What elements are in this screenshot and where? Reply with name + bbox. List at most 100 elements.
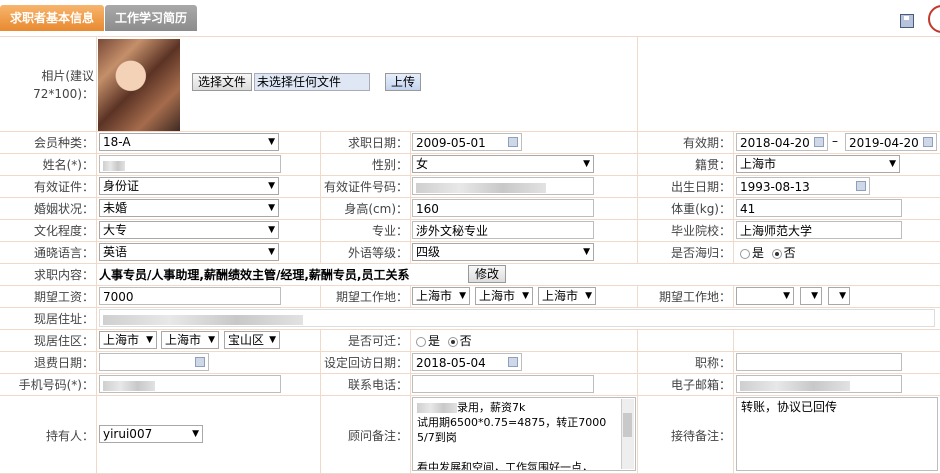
calendar-icon[interactable]	[923, 137, 933, 147]
expected2-province-select[interactable]: ▼	[736, 287, 794, 305]
overseas-yes-label: 是	[752, 246, 765, 260]
current-address-label: 现居住址：	[33, 312, 94, 326]
member-type-label: 会员种类：	[33, 136, 94, 150]
relocate-yes-label: 是	[428, 334, 441, 348]
valid-period-label: 有效期：	[682, 136, 731, 150]
row-language: 通晓语言： 英语 ▼ 外语等级： 四级 ▼ 是否海归： 是 否	[0, 241, 940, 264]
calendar-icon[interactable]	[814, 137, 824, 147]
expected-district-select[interactable]: 上海市 ▼	[538, 287, 596, 305]
calendar-icon[interactable]	[195, 357, 205, 367]
save-icon[interactable]	[900, 14, 914, 28]
email-label: 电子邮箱：	[670, 378, 731, 392]
row-education: 文化程度： 大专 ▼ 专业： 涉外文秘专业 毕业院校： 上海师范大学	[0, 219, 940, 242]
phone-label: 联系电话：	[347, 378, 408, 392]
row-member: 会员种类： 18-A ▼ 求职日期： 2009-05-01 有效期： 2018-0…	[0, 131, 940, 154]
height-input[interactable]: 160	[412, 199, 594, 217]
file-status: 未选择任何文件	[254, 73, 370, 91]
textarea-scrollbar[interactable]	[621, 399, 634, 469]
id-number-input[interactable]	[412, 177, 594, 195]
phone-input[interactable]	[412, 375, 594, 393]
relocate-label: 是否可迁：	[347, 334, 408, 348]
valid-from-input[interactable]: 2018-04-20	[736, 133, 828, 151]
id-type-select[interactable]: 身份证 ▼	[99, 177, 279, 195]
consultant-note-label: 顾问备注：	[347, 429, 408, 443]
expected-salary-input[interactable]: 7000	[99, 287, 281, 305]
upload-button[interactable]: 上传	[385, 73, 421, 91]
school-input[interactable]: 上海师范大学	[736, 221, 902, 239]
education-select[interactable]: 大专 ▼	[99, 221, 279, 239]
language-level-select[interactable]: 四级 ▼	[412, 243, 594, 261]
name-input[interactable]	[99, 155, 281, 173]
form-grid: 相片(建议72*100)： 选择文件 未选择任何文件 上传 会员种类： 18-A…	[0, 36, 940, 474]
email-input[interactable]	[736, 375, 902, 393]
language-select[interactable]: 英语 ▼	[99, 243, 279, 261]
job-date-input[interactable]: 2009-05-01	[412, 133, 522, 151]
weight-input[interactable]: 41	[736, 199, 902, 217]
reception-note-textarea[interactable]: 转账，协议已回传	[736, 397, 938, 471]
row-address: 现居住址：	[0, 307, 940, 330]
relocate-yes-radio[interactable]	[416, 336, 426, 347]
birth-date-label: 出生日期：	[670, 180, 731, 194]
area-district-select[interactable]: 宝山区 ▼	[224, 331, 280, 349]
expected2-city-select[interactable]: ▼	[800, 287, 822, 305]
row-name: 姓名(*)： 性别： 女 ▼ 籍贯： 上海市 ▼	[0, 153, 940, 176]
overseas-radios: 是 否	[740, 244, 796, 261]
job-content-label: 求职内容：	[33, 268, 94, 282]
job-content-value: 人事专员/人事助理,薪酬绩效主管/经理,薪酬专员,员工关系	[99, 268, 410, 282]
overseas-label: 是否海归：	[670, 246, 731, 260]
current-address-input[interactable]	[99, 309, 935, 327]
relocate-no-label: 否	[459, 334, 472, 348]
calendar-icon[interactable]	[508, 357, 518, 367]
row-refund: 退费日期： 设定回访日期： 2018-05-04 职称：	[0, 351, 940, 374]
relocate-radios: 是 否	[416, 332, 472, 349]
title-input[interactable]	[736, 353, 902, 371]
native-place-select[interactable]: 上海市 ▼	[736, 155, 900, 173]
birth-date-input[interactable]: 1993-08-13	[736, 177, 870, 195]
applicant-photo	[98, 39, 180, 131]
revisit-date-input[interactable]: 2018-05-04	[412, 353, 522, 371]
tab-work-study-resume[interactable]: 工作学习简历	[105, 5, 198, 31]
modify-button[interactable]: 修改	[468, 265, 506, 283]
area-city-select[interactable]: 上海市 ▼	[161, 331, 219, 349]
valid-period-sep: –	[832, 134, 838, 148]
close-icon[interactable]	[928, 5, 940, 33]
row-notes: 持有人： yirui007 ▼ 顾问备注： 录用，薪资7k 试用期6500*0.7…	[0, 395, 940, 474]
consultant-note-textarea[interactable]: 录用，薪资7k 试用期6500*0.75=4875，转正7000 5/7到岗 看…	[412, 397, 636, 471]
refund-date-label: 退费日期：	[33, 356, 94, 370]
holder-select[interactable]: yirui007 ▼	[99, 425, 203, 443]
overseas-yes-radio[interactable]	[740, 248, 750, 259]
expected-city-select[interactable]: 上海市 ▼	[475, 287, 533, 305]
relocate-no-radio[interactable]	[447, 336, 458, 347]
calendar-icon[interactable]	[856, 181, 866, 191]
refund-date-input[interactable]	[99, 353, 209, 371]
gender-select[interactable]: 女 ▼	[412, 155, 594, 173]
language-label: 通晓语言：	[33, 246, 94, 260]
valid-to-input[interactable]: 2019-04-20	[845, 133, 937, 151]
marital-label: 婚姻状况：	[33, 202, 94, 216]
expected2-district-select[interactable]: ▼	[828, 287, 850, 305]
major-input[interactable]: 涉外文秘专业	[412, 221, 594, 239]
school-label: 毕业院校：	[670, 224, 731, 238]
tab-basic-info[interactable]: 求职者基本信息	[0, 5, 105, 31]
row-mobile: 手机号码(*)： 联系电话： 电子邮箱：	[0, 373, 940, 396]
overseas-no-radio[interactable]	[771, 248, 782, 259]
mobile-input[interactable]	[99, 375, 281, 393]
current-area-label: 现居住区：	[33, 334, 94, 348]
row-marital: 婚姻状况： 未婚 ▼ 身高(cm)： 160 体重(kg)： 41	[0, 197, 940, 220]
expected-salary-label: 期望工资：	[33, 290, 94, 304]
id-number-label: 有效证件号码：	[323, 180, 408, 194]
expected-location-label: 期望工作地：	[335, 290, 408, 304]
expected-province-select[interactable]: 上海市 ▼	[412, 287, 470, 305]
weight-label: 体重(kg)：	[671, 202, 731, 216]
tab-bar: 求职者基本信息 工作学习简历	[0, 0, 940, 37]
job-date-label: 求职日期：	[347, 136, 408, 150]
area-province-select[interactable]: 上海市 ▼	[99, 331, 157, 349]
calendar-icon[interactable]	[508, 137, 518, 147]
major-label: 专业：	[371, 224, 408, 238]
row-id: 有效证件： 身份证 ▼ 有效证件号码： 出生日期： 1993-08-13	[0, 175, 940, 198]
revisit-date-label: 设定回访日期：	[323, 356, 408, 370]
choose-file-button[interactable]: 选择文件	[192, 73, 252, 91]
member-type-select[interactable]: 18-A ▼	[99, 133, 279, 151]
marital-select[interactable]: 未婚 ▼	[99, 199, 279, 217]
height-label: 身高(cm)：	[344, 202, 408, 216]
